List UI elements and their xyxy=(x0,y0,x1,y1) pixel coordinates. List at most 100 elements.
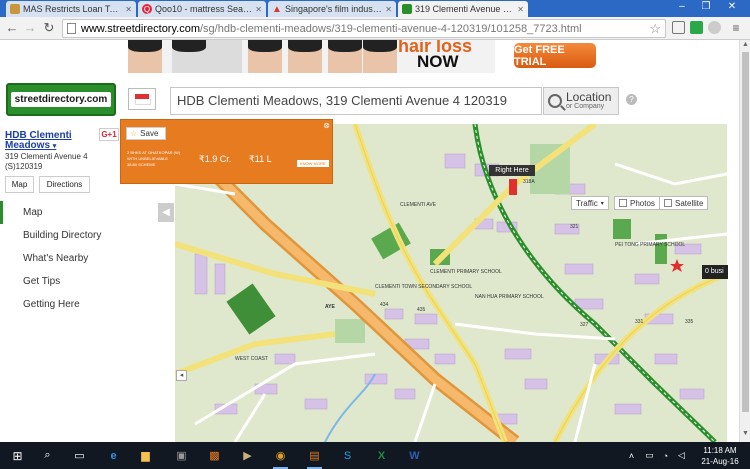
photos-toggle[interactable]: Photos xyxy=(614,196,660,210)
streetdirectory-logo[interactable]: streetdirectory.com xyxy=(6,83,116,116)
map-label: 318A xyxy=(523,179,535,185)
menu-item-map[interactable]: Map xyxy=(0,201,175,224)
tab-mas-restricts[interactable]: MAS Restricts Loan Tenure ✕ xyxy=(6,1,136,17)
file-explorer-icon[interactable]: ▆ xyxy=(136,446,155,465)
skype-icon[interactable]: S xyxy=(338,446,357,465)
forward-arrow-icon[interactable]: → xyxy=(22,20,38,36)
map-label: AYE xyxy=(325,304,335,310)
map-label: CLEMENTI PRIMARY SCHOOL xyxy=(430,269,502,275)
chrome-icon[interactable]: ◉ xyxy=(271,446,290,469)
map-label: 434 xyxy=(380,302,389,308)
page-scrollbar[interactable]: ▲ ▼ xyxy=(739,40,750,442)
menu-item-whats-nearby[interactable]: What's Nearby xyxy=(0,247,175,270)
extension-icon[interactable] xyxy=(672,21,685,34)
menu-item-get-tips[interactable]: Get Tips xyxy=(0,270,175,293)
star-icon: ☆ xyxy=(130,129,138,138)
traffic-label: Traffic xyxy=(576,198,598,208)
excel-icon[interactable]: X xyxy=(372,446,391,465)
logo-text: streetdirectory.com xyxy=(10,92,112,107)
map-ad-overlay[interactable]: ☆ Save ⊗ 2 BHKS AT GHATKOPAR (W) WITH UNB… xyxy=(120,119,333,184)
checkbox-icon xyxy=(664,199,672,207)
volume-icon[interactable]: ◁ xyxy=(672,446,691,465)
address-line: 319 Clementi Avenue 4 xyxy=(5,152,88,161)
ad-text: WITH UNBELIEVABLE xyxy=(127,156,169,161)
window-close-icon[interactable]: ✕ xyxy=(720,1,744,12)
tab-favicon: ▲ xyxy=(272,3,282,15)
close-icon[interactable]: ✕ xyxy=(517,5,524,14)
chevron-down-icon: ▾ xyxy=(600,200,604,207)
restore-icon[interactable]: ❐ xyxy=(694,1,718,12)
help-icon[interactable]: ? xyxy=(626,94,637,105)
url-text: www.streetdirectory.com/sg/hdb-clementi-… xyxy=(81,23,582,35)
checkbox-icon xyxy=(619,199,627,207)
search-input[interactable]: HDB Clementi Meadows, 319 Clementi Avenu… xyxy=(170,87,542,115)
minimize-icon[interactable]: – xyxy=(670,1,694,12)
word-icon[interactable]: W xyxy=(405,446,424,465)
ad-image xyxy=(128,40,162,73)
ad-price: ₹11 L xyxy=(249,154,272,164)
map-button[interactable]: Map xyxy=(5,176,34,193)
tab-title: 319 Clementi Avenue 4 (H xyxy=(415,4,515,14)
business-tip-badge[interactable]: 0 busi xyxy=(702,265,728,279)
close-icon[interactable]: ✕ xyxy=(125,5,132,14)
url-path: /sg/hdb-clementi-meadows/319-clementi-av… xyxy=(200,22,582,35)
media-icon[interactable]: ▶ xyxy=(238,446,257,465)
ad-image xyxy=(248,40,282,73)
address-bar[interactable]: www.streetdirectory.com/sg/hdb-clementi-… xyxy=(62,19,666,38)
tab-favicon xyxy=(10,4,20,14)
right-here-tooltip: Right Here xyxy=(489,165,535,176)
back-arrow-icon[interactable]: ← xyxy=(4,20,20,36)
clock-date: 21-Aug-16 xyxy=(701,457,739,466)
extension-icon[interactable] xyxy=(708,21,721,34)
singapore-flag-icon[interactable] xyxy=(128,88,156,110)
bookmark-star-icon[interactable]: ☆ xyxy=(649,21,661,37)
place-title[interactable]: HDB Clementi Meadows ▾ xyxy=(5,131,95,152)
tab-qoo10[interactable]: Q Qoo10 - mattress Search ✕ xyxy=(138,1,266,17)
ad-image xyxy=(288,40,322,73)
tab-singapore-film[interactable]: ▲ Singapore's film industry ✕ xyxy=(268,1,396,17)
map-label: 331 xyxy=(635,319,644,325)
scroll-up-icon[interactable]: ▲ xyxy=(740,41,750,48)
menu-item-building-directory[interactable]: Building Directory xyxy=(0,224,175,247)
tab-title: MAS Restricts Loan Tenure xyxy=(23,4,123,14)
scrollbar-thumb[interactable] xyxy=(742,52,749,412)
close-icon[interactable]: ✕ xyxy=(385,5,392,14)
google-plus-button[interactable]: G+1 xyxy=(99,128,119,141)
collapse-panel-icon[interactable]: ◀ xyxy=(158,203,174,222)
app-icon[interactable]: ▤ xyxy=(305,446,324,469)
tab-319-clementi[interactable]: 319 Clementi Avenue 4 (H ✕ xyxy=(398,1,528,17)
place-address: 319 Clementi Avenue 4 (S)120319 xyxy=(5,152,88,172)
chevron-up-icon[interactable]: ˄ xyxy=(622,446,641,465)
close-icon[interactable]: ✕ xyxy=(255,5,262,14)
free-trial-button[interactable]: Get FREE TRIAL xyxy=(514,43,596,68)
location-search-button[interactable]: Location or Company xyxy=(543,87,619,115)
know-more-button[interactable]: KNOW MORE xyxy=(297,160,329,167)
menu-item-getting-here[interactable]: Getting Here xyxy=(0,293,175,316)
app-icon[interactable]: ▩ xyxy=(205,446,224,465)
store-icon[interactable]: ▣ xyxy=(172,446,191,465)
scroll-down-icon[interactable]: ▼ xyxy=(740,430,750,437)
page-icon xyxy=(67,23,76,34)
task-view-icon[interactable]: ▭ xyxy=(70,446,89,465)
save-button[interactable]: ☆ Save xyxy=(126,127,166,140)
system-clock[interactable]: 11:18 AM 21-Aug-16 xyxy=(696,445,744,467)
map-expand-icon[interactable]: ◂ xyxy=(176,370,187,381)
edge-icon[interactable]: e xyxy=(104,446,123,465)
url-host: www.streetdirectory.com xyxy=(81,22,200,35)
traffic-toggle[interactable]: Traffic ▾ xyxy=(571,196,609,210)
directions-button[interactable]: Directions xyxy=(39,176,90,193)
extension-icon[interactable] xyxy=(690,21,703,34)
close-icon[interactable]: ⊗ xyxy=(323,121,330,130)
search-icon xyxy=(548,94,562,108)
ad-text: 2 BHKS AT GHATKOPAR (W) xyxy=(127,150,181,155)
search-icon[interactable]: ⌕ xyxy=(38,446,57,465)
menu-icon[interactable]: ≡ xyxy=(728,20,744,36)
place-title-text: HDB Clementi Meadows xyxy=(5,130,72,151)
reload-icon[interactable]: ↻ xyxy=(41,20,57,36)
chevron-down-icon[interactable]: ▾ xyxy=(53,143,57,150)
map-label: 435 xyxy=(417,307,426,313)
satellite-toggle[interactable]: Satellite xyxy=(659,196,709,210)
map-label: PEI TONG PRIMARY SCHOOL xyxy=(615,242,686,248)
windows-start-icon[interactable]: ⊞ xyxy=(8,446,27,465)
banner-ad[interactable]: hair loss NOW xyxy=(128,40,495,73)
